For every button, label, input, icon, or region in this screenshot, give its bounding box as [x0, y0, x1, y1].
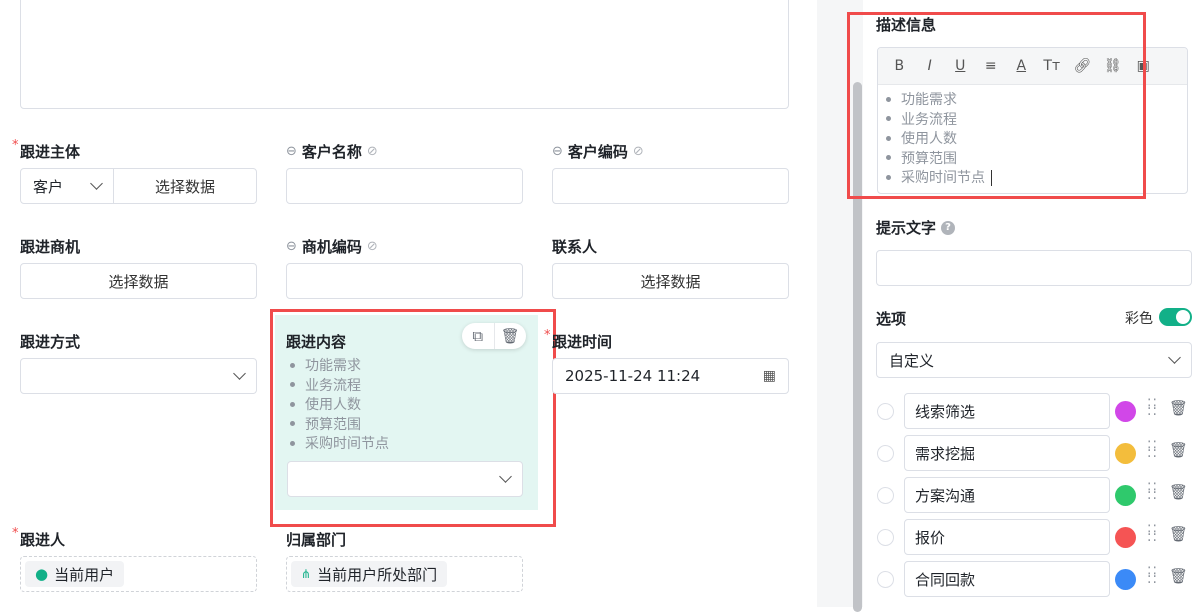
trash-icon[interactable]: 🗑︎: [1169, 441, 1188, 459]
chevron-down-icon: [90, 177, 103, 190]
follow-subject-label: * 跟进主体: [12, 138, 81, 161]
highlight-box: [847, 12, 1146, 199]
eye-off-icon: ⊘: [366, 144, 378, 159]
label-text: 跟进时间: [552, 333, 613, 351]
contact-select-button[interactable]: 选择数据: [552, 263, 789, 299]
drag-handle-icon[interactable]: ⁚⁚ ⁚⁚: [1147, 524, 1161, 546]
follow-subject-field: 客户 选择数据: [20, 168, 257, 204]
trash-icon[interactable]: 🗑︎: [1169, 483, 1188, 501]
color-swatch[interactable]: [1115, 485, 1136, 506]
subject-type-select[interactable]: 客户: [21, 169, 114, 203]
color-swatch[interactable]: [1115, 401, 1136, 422]
opportunity-code-input[interactable]: [286, 263, 523, 299]
link-icon: ⊖: [286, 144, 297, 159]
select-data-button[interactable]: 选择数据: [114, 169, 256, 203]
option-input[interactable]: 合同回款: [904, 561, 1110, 597]
default-radio[interactable]: [877, 403, 894, 420]
color-swatch[interactable]: [1115, 569, 1136, 590]
label-text: 跟进主体: [20, 143, 81, 161]
calendar-icon: ▦: [762, 368, 776, 384]
department-tag: ⋔ 当前用户所处部门: [291, 561, 448, 587]
option-text: 合同回款: [915, 570, 976, 589]
link-icon: ⊖: [286, 239, 297, 254]
drag-handle-icon[interactable]: ⁚⁚ ⁚⁚: [1147, 398, 1161, 420]
opportunity-code-label: ⊖ 商机编码 ⊘: [286, 236, 378, 257]
drag-handle-icon[interactable]: ⁚⁚ ⁚⁚: [1147, 566, 1161, 588]
default-radio[interactable]: [877, 529, 894, 546]
toggle-knob: [1176, 310, 1190, 324]
customer-name-label: ⊖ 客户名称 ⊘: [286, 141, 378, 162]
options-label: 选项: [876, 310, 907, 328]
link-icon: ⊖: [552, 144, 563, 159]
color-swatch[interactable]: [1115, 527, 1136, 548]
contact-label: 联系人: [552, 238, 598, 256]
opportunity-label: 跟进商机: [20, 238, 81, 256]
trash-icon[interactable]: 🗑︎: [1169, 567, 1188, 585]
department-label: 归属部门: [286, 531, 347, 549]
option-text: 需求挖掘: [915, 444, 976, 463]
default-radio[interactable]: [877, 487, 894, 504]
default-radio[interactable]: [877, 445, 894, 462]
method-label: 跟进方式: [20, 333, 81, 351]
option-text: 报价: [915, 528, 946, 547]
label-text: 商机编码: [301, 238, 362, 256]
highlight-box: [270, 309, 556, 527]
eye-off-icon: ⊘: [632, 144, 644, 159]
user-tag: ● 当前用户: [25, 561, 125, 587]
option-input[interactable]: 线索筛选: [904, 393, 1110, 429]
chevron-down-icon: [1168, 351, 1181, 364]
label-text: 提示文字: [876, 219, 937, 237]
time-label: * 跟进时间: [544, 328, 613, 351]
hint-label: 提示文字?: [876, 217, 956, 238]
label-text: 客户名称: [301, 143, 362, 161]
drag-handle-icon[interactable]: ⁚⁚ ⁚⁚: [1147, 482, 1161, 504]
default-radio[interactable]: [877, 571, 894, 588]
org-chart-icon: ⋔: [301, 567, 312, 581]
option-source-select[interactable]: 自定义: [876, 342, 1192, 378]
option-text: 方案沟通: [915, 486, 976, 505]
department-field[interactable]: ⋔ 当前用户所处部门: [286, 556, 523, 592]
tag-text: 当前用户: [54, 565, 115, 584]
time-value: 2025-11-24 11:24: [565, 367, 701, 385]
label-text: 客户编码: [567, 143, 628, 161]
tag-text: 当前用户所处部门: [317, 565, 438, 584]
customer-code-label: ⊖ 客户编码 ⊘: [552, 141, 644, 162]
customer-code-input[interactable]: [552, 168, 789, 204]
eye-off-icon: ⊘: [366, 239, 378, 254]
follower-label: * 跟进人: [12, 526, 66, 549]
user-icon: ●: [35, 565, 49, 583]
option-row: 线索筛选 ⁚⁚ ⁚⁚ 🗑︎: [877, 393, 1192, 429]
label-text: 跟进人: [20, 531, 66, 549]
option-text: 线索筛选: [915, 402, 976, 421]
option-row: 方案沟通 ⁚⁚ ⁚⁚ 🗑︎: [877, 477, 1192, 513]
drag-handle-icon[interactable]: ⁚⁚ ⁚⁚: [1147, 440, 1161, 462]
option-row: 报价 ⁚⁚ ⁚⁚ 🗑︎: [877, 519, 1192, 555]
hint-input[interactable]: [876, 250, 1192, 286]
option-input[interactable]: 报价: [904, 519, 1110, 555]
time-input[interactable]: 2025-11-24 11:24 ▦: [552, 358, 789, 394]
source-value: 自定义: [889, 351, 935, 370]
chevron-down-icon: [233, 367, 246, 380]
subject-type-value: 客户: [33, 177, 64, 196]
follower-field[interactable]: ● 当前用户: [20, 556, 257, 592]
help-icon[interactable]: ?: [941, 220, 956, 235]
trash-icon[interactable]: 🗑︎: [1169, 399, 1188, 417]
customer-name-input[interactable]: [286, 168, 523, 204]
color-toggle[interactable]: [1159, 308, 1192, 326]
option-input[interactable]: 方案沟通: [904, 477, 1110, 513]
opportunity-select-button[interactable]: 选择数据: [20, 263, 257, 299]
option-row: 需求挖掘 ⁚⁚ ⁚⁚ 🗑︎: [877, 435, 1192, 471]
method-select[interactable]: [20, 358, 257, 394]
color-swatch[interactable]: [1115, 443, 1136, 464]
trash-icon[interactable]: 🗑︎: [1169, 525, 1188, 543]
color-toggle-label: 彩色: [1125, 311, 1153, 327]
option-input[interactable]: 需求挖掘: [904, 435, 1110, 471]
option-row: 合同回款 ⁚⁚ ⁚⁚ 🗑︎: [877, 561, 1192, 597]
top-textarea[interactable]: [20, 0, 789, 109]
